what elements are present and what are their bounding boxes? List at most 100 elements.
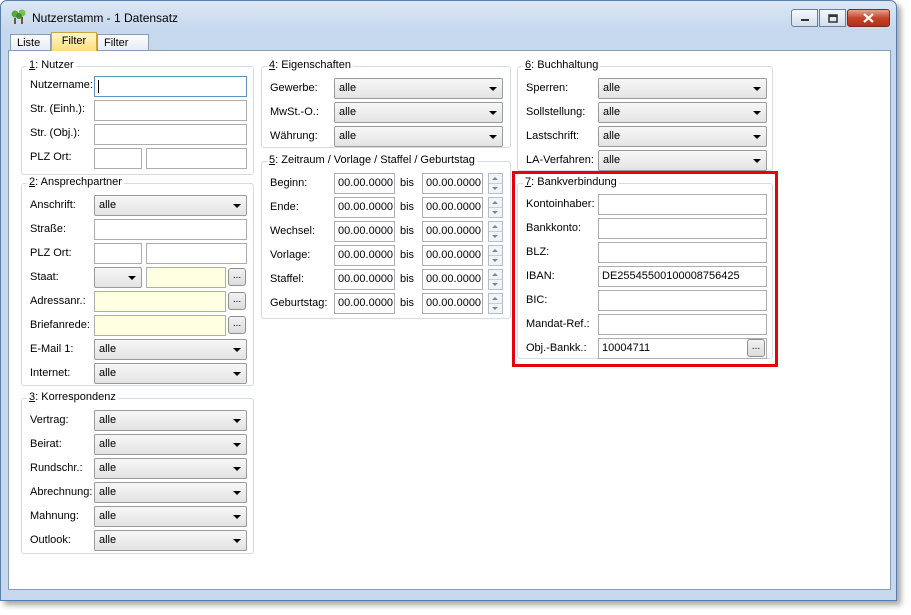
spin-down-icon [492,187,498,190]
spin-up-icon [492,249,498,252]
vertrag-select[interactable]: alle [94,410,247,431]
briefanrede-field[interactable] [94,315,226,336]
mahnung-select[interactable]: alle [94,506,247,527]
spin-down-icon [492,211,498,214]
mwst-value: alle [339,106,357,118]
spin-down-icon [492,235,498,238]
geburtstag-to-input[interactable]: 00.00.0000 [422,293,483,314]
outlook-select[interactable]: alle [94,530,247,551]
rundschr-value: alle [99,462,117,474]
label-gewerbe: Gewerbe: [270,82,318,94]
str-einh-input[interactable] [94,100,247,121]
label-staffel: Staffel: [270,273,305,285]
chevron-down-icon [233,539,241,543]
strasse-input[interactable] [94,219,247,240]
text-caret [98,80,99,93]
beginn-from-input[interactable]: 00.00.0000 [334,173,395,194]
adressanr-field[interactable] [94,291,226,312]
label-lastschrift: Lastschrift: [526,130,580,142]
staat-browse-button[interactable]: ... [228,268,246,286]
ende-to-input[interactable]: 00.00.0000 [422,197,483,218]
geburtstag-from-input[interactable]: 00.00.0000 [334,293,395,314]
label-nutzername: Nutzername: [30,79,93,91]
lastschrift-value: alle [603,130,621,142]
spin-down-icon [492,259,498,262]
group-zeitraum-title: 5: Zeitraum / Vorlage / Staffel / Geburt… [267,154,477,166]
vorlage-to-input[interactable]: 00.00.0000 [422,245,483,266]
sollstellung-select[interactable]: alle [598,102,767,123]
vorlage-spinner[interactable] [488,245,503,266]
sollstellung-value: alle [603,106,621,118]
spin-up-icon [492,201,498,204]
email1-select[interactable]: alle [94,339,247,360]
str-obj-input[interactable] [94,124,247,145]
plz-input-2[interactable] [94,243,142,264]
tab-liste[interactable]: Liste [10,34,51,51]
title-bar[interactable]: Nutzerstamm - 1 Datensatz [1,1,896,31]
vorlage-from-input[interactable]: 00.00.0000 [334,245,395,266]
lastschrift-select[interactable]: alle [598,126,767,147]
group-korrespondenz: 3: Korrespondenz Vertrag: alle Beirat: a… [21,391,254,554]
anschrift-select[interactable]: alle [94,195,247,216]
group-nutzer: 1: Nutzer Nutzername: Str. (Einh.): Str.… [21,59,254,175]
staat-name-field [146,267,226,288]
wechsel-from-input[interactable]: 00.00.0000 [334,221,395,242]
close-button[interactable] [847,9,890,27]
abrechnung-select[interactable]: alle [94,482,247,503]
briefanrede-browse-button[interactable]: ... [228,316,246,334]
ort-input-2[interactable] [146,243,247,264]
ort-input[interactable] [146,148,247,169]
label-outlook: Outlook: [30,534,71,546]
wechsel-to-input[interactable]: 00.00.0000 [422,221,483,242]
gewerbe-select[interactable]: alle [334,78,503,99]
chevron-down-icon [489,87,497,91]
label-email1: E-Mail 1: [30,343,74,355]
label-bis: bis [400,201,415,213]
ende-spinner[interactable] [488,197,503,218]
ende-from-input[interactable]: 00.00.0000 [334,197,395,218]
beginn-spinner[interactable] [488,173,503,194]
rundschr-select[interactable]: alle [94,458,247,479]
staffel-from-input[interactable]: 00.00.0000 [334,269,395,290]
la-verfahren-select[interactable]: alle [598,150,767,171]
label-wechsel: Wechsel: [270,225,316,237]
label-sollstellung: Sollstellung: [526,106,586,118]
chevron-down-icon [753,87,761,91]
mwst-select[interactable]: alle [334,102,503,123]
label-rundschr: Rundschr.: [30,462,83,474]
chevron-down-icon [233,204,241,208]
beirat-select[interactable]: alle [94,434,247,455]
chevron-down-icon [753,135,761,139]
wechsel-spinner[interactable] [488,221,503,242]
outlook-value: alle [99,534,117,546]
adressanr-browse-button[interactable]: ... [228,292,246,310]
spin-down-icon [492,307,498,310]
chevron-down-icon [233,515,241,519]
waehrung-select[interactable]: alle [334,126,503,147]
label-bis: bis [400,177,415,189]
label-abrechnung: Abrechnung: [30,486,93,498]
staffel-spinner[interactable] [488,269,503,290]
minimize-icon [800,19,809,21]
sperren-value: alle [603,82,621,94]
staat-select[interactable] [94,267,142,288]
nutzername-input[interactable] [94,76,247,97]
geburtstag-spinner[interactable] [488,293,503,314]
minimize-button[interactable] [791,9,818,27]
staffel-to-input[interactable]: 00.00.0000 [422,269,483,290]
label-str-obj: Str. (Obj.): [30,127,81,139]
chevron-down-icon [233,348,241,352]
label-bis: bis [400,249,415,261]
beginn-to-input[interactable]: 00.00.0000 [422,173,483,194]
plz-input[interactable] [94,148,142,169]
tab-filter[interactable]: Filter [51,32,97,51]
chevron-down-icon [128,276,136,280]
vertrag-value: alle [99,414,117,426]
internet-select[interactable]: alle [94,363,247,384]
group-buchhaltung-title: 6: Buchhaltung [523,59,601,71]
sperren-select[interactable]: alle [598,78,767,99]
maximize-button[interactable] [819,9,846,27]
label-waehrung: Währung: [270,130,318,142]
tab-filter-f[interactable]: Filter (F.) [97,34,149,61]
label-bis: bis [400,297,415,309]
